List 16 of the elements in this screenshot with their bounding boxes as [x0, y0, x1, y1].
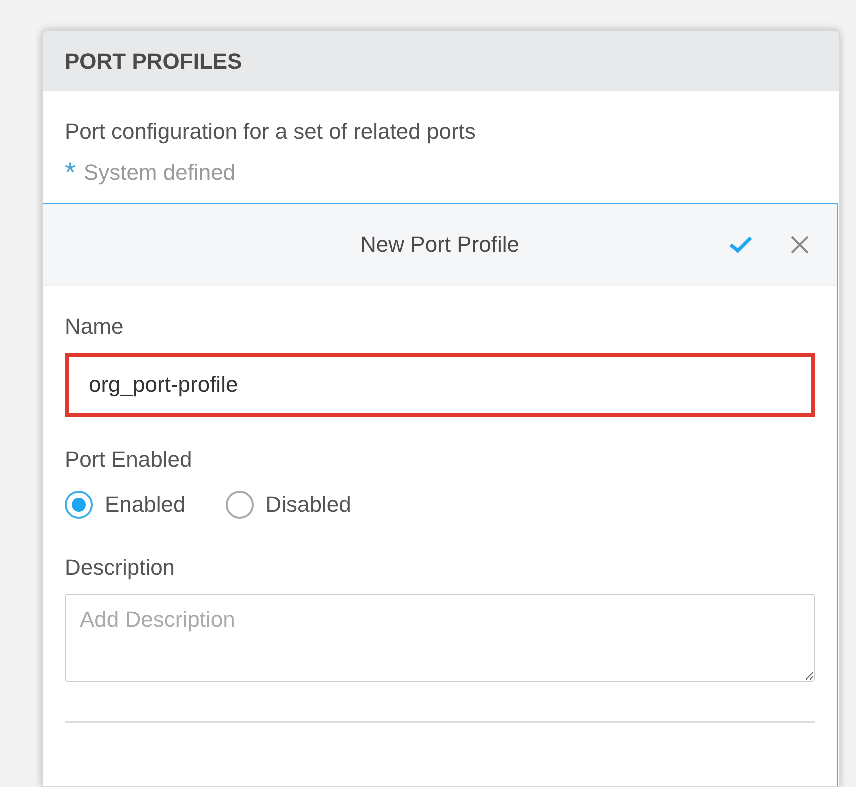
field-label: Name [65, 313, 125, 341]
name-input-field[interactable]: org_port-profile [65, 353, 815, 417]
legend-symbol: * [65, 158, 76, 186]
radio-option[interactable]: Enabled [65, 488, 186, 521]
radio-option[interactable]: Disabled [226, 488, 352, 521]
field-label: Description [65, 554, 176, 582]
close-button[interactable] [791, 236, 809, 254]
legend-label: System defined [84, 159, 236, 187]
field-label: Port Enabled [65, 446, 194, 474]
editor-title: New Port Profile [360, 231, 520, 259]
panel-title: PORT PROFILES [43, 31, 839, 91]
checkmark-icon [729, 236, 753, 254]
description-field[interactable]: Add Description [65, 594, 815, 682]
save-button[interactable] [729, 236, 753, 254]
close-icon [791, 236, 809, 254]
panel-description: Port configuration for a set of related ports [64, 118, 477, 146]
